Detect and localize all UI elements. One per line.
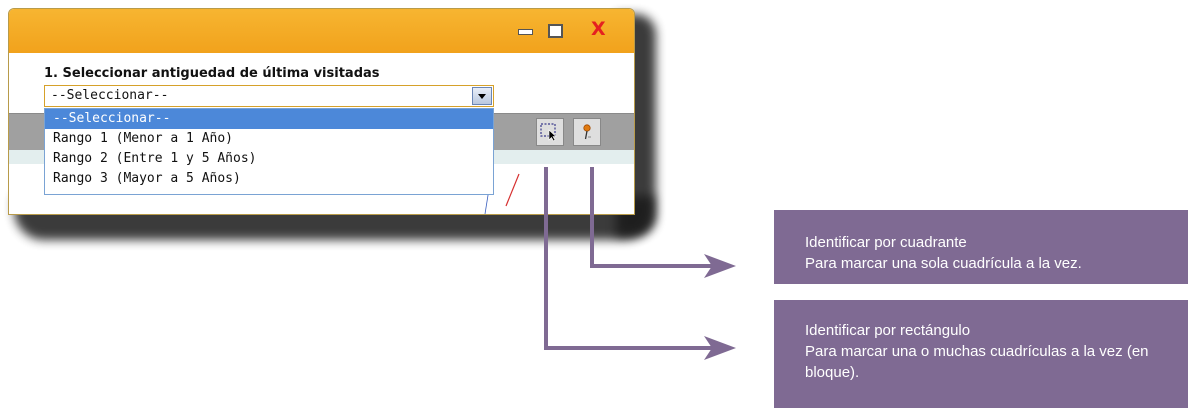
connector-rectangle [544, 167, 712, 350]
connector-quadrant [590, 167, 712, 268]
callout-connectors [544, 167, 736, 360]
